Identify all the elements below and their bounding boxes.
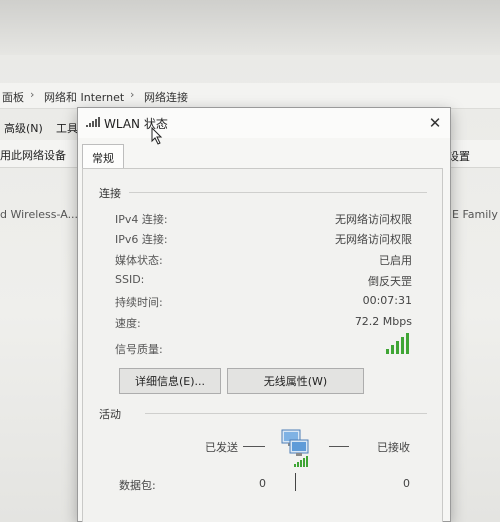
wireless-properties-button[interactable]: 无线属性(W) xyxy=(227,368,364,394)
tab-general[interactable]: 常规 xyxy=(82,144,124,169)
packets-divider xyxy=(295,473,296,491)
ssid-label: SSID: xyxy=(115,273,145,286)
wifi-signal-icon xyxy=(86,117,100,127)
received-line xyxy=(329,446,349,447)
general-tab-panel: 连接 IPv4 连接: 无网络访问权限 IPv6 连接: 无网络访问权限 媒体状… xyxy=(82,168,443,522)
signal-bar-1 xyxy=(386,349,389,354)
breadcrumb-network-connections[interactable]: 网络连接 xyxy=(144,89,188,105)
connection-group-divider xyxy=(129,192,427,193)
details-button[interactable]: 详细信息(E)... xyxy=(119,368,221,394)
sent-label: 已发送 xyxy=(205,441,238,454)
activity-group-divider xyxy=(145,413,427,414)
received-label: 已接收 xyxy=(377,441,410,454)
menu-advanced[interactable]: 高级(N) xyxy=(4,120,43,136)
signal-bar-4 xyxy=(401,337,404,354)
window-top-strip xyxy=(0,0,500,55)
network-computers-icon xyxy=(281,429,309,467)
received-packets-value: 0 xyxy=(403,477,410,490)
dialog-titlebar[interactable]: WLAN 状态 ✕ xyxy=(78,108,450,138)
ipv6-value: 无网络访问权限 xyxy=(335,233,412,246)
media-state-value: 已启用 xyxy=(379,254,412,267)
breadcrumb-network-internet[interactable]: 网络和 Internet xyxy=(44,89,124,105)
signal-bar-3 xyxy=(396,341,399,354)
ipv4-value: 无网络访问权限 xyxy=(335,213,412,226)
wlan-status-dialog: WLAN 状态 ✕ 常规 连接 IPv4 连接: 无网络访问权限 IPv6 连接… xyxy=(77,107,451,522)
signal-quality-label: 信号质量: xyxy=(115,343,163,356)
sent-packets-value: 0 xyxy=(259,477,266,490)
duration-value: 00:07:31 xyxy=(362,294,412,307)
toolbar-settings[interactable]: 设置 xyxy=(448,148,470,164)
tab-strip: 常规 xyxy=(78,138,450,169)
address-bar[interactable]: 面板 › 网络和 Internet › 网络连接 xyxy=(0,83,500,109)
menu-tools[interactable]: 工具 xyxy=(56,120,78,136)
close-icon[interactable]: ✕ xyxy=(424,112,446,134)
activity-group-title: 活动 xyxy=(99,408,121,421)
media-state-label: 媒体状态: xyxy=(115,254,163,267)
ssid-value: 倒反天罡 xyxy=(368,275,412,288)
speed-label: 速度: xyxy=(115,317,141,330)
duration-label: 持续时间: xyxy=(115,296,163,309)
ipv4-label: IPv4 连接: xyxy=(115,213,168,226)
sent-line xyxy=(243,446,265,447)
connection-group-title: 连接 xyxy=(99,187,121,200)
toolbar-disable-device[interactable]: 用此网络设备 xyxy=(0,147,66,163)
adapter-ethernet-name[interactable]: E Family Co xyxy=(452,208,500,221)
signal-strength-icon xyxy=(386,332,412,354)
signal-bar-5 xyxy=(406,333,409,354)
breadcrumb-separator-icon: › xyxy=(30,88,35,101)
speed-value: 72.2 Mbps xyxy=(354,315,412,328)
ipv6-label: IPv6 连接: xyxy=(115,233,168,246)
breadcrumb-control-panel[interactable]: 面板 xyxy=(2,89,24,105)
breadcrumb-separator-icon: › xyxy=(130,88,135,101)
signal-bar-2 xyxy=(391,345,394,354)
adapter-wireless-name[interactable]: d Wireless-A... xyxy=(0,208,78,221)
packets-label: 数据包: xyxy=(119,479,156,492)
mouse-cursor-icon xyxy=(151,127,163,145)
